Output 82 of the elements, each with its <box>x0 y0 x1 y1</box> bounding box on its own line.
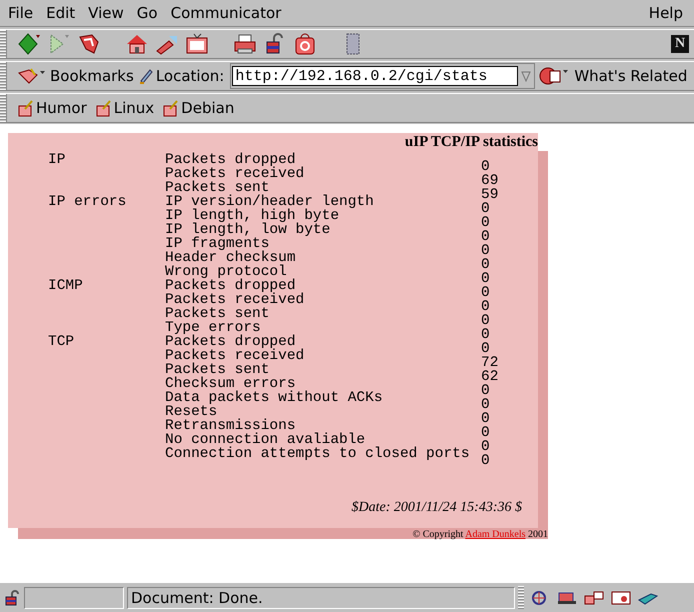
section-label: IP errors <box>48 194 126 210</box>
menu-item[interactable]: Go <box>132 4 163 22</box>
stat-value: 0 <box>481 411 490 427</box>
printer-icon[interactable] <box>232 32 258 56</box>
stat-value: 0 <box>481 299 490 315</box>
page-title: uIP TCP/IP statistics <box>404 133 538 151</box>
bookmarks-button[interactable]: Bookmarks <box>15 67 136 85</box>
stat-name: Connection attempts to closed ports <box>165 446 470 462</box>
stat-name: Packets received <box>165 292 304 308</box>
section-label: IP <box>48 152 66 168</box>
padlock-icon[interactable] <box>3 588 21 606</box>
stat-value: 0 <box>481 243 490 259</box>
bookmark-icon <box>94 99 113 117</box>
stat-name: Packets received <box>165 348 304 364</box>
stat-value: 0 <box>481 341 490 357</box>
address-card-icon[interactable] <box>610 590 632 606</box>
menu-item[interactable]: View <box>83 4 129 22</box>
stat-value: 0 <box>481 215 490 231</box>
stat-name: Packets dropped <box>165 152 296 168</box>
menu-item[interactable]: File <box>3 4 38 22</box>
stat-name: Retransmissions <box>165 418 296 434</box>
stat-name: IP version/header length <box>165 194 374 210</box>
stat-value: 0 <box>481 285 490 301</box>
stat-name: Header checksum <box>165 250 296 266</box>
bookmark-button[interactable]: Debian <box>160 99 236 117</box>
copyright-text: © Copyright <box>412 529 464 540</box>
stat-value: 0 <box>481 271 490 287</box>
stat-value: 0 <box>481 159 490 175</box>
tv-icon[interactable] <box>184 32 210 56</box>
whats-related-button[interactable]: What's Related <box>537 66 690 86</box>
stat-value: 69 <box>481 173 498 189</box>
back-arrow-icon[interactable] <box>16 32 42 56</box>
component-bar-grip[interactable] <box>518 586 524 610</box>
stat-name: IP length, low byte <box>165 222 330 238</box>
stat-value: 0 <box>481 201 490 217</box>
stat-name: Resets <box>165 404 218 420</box>
stat-name: IP length, high byte <box>165 208 340 224</box>
bookmark-icon <box>162 99 180 117</box>
section-label: ICMP <box>48 278 83 294</box>
stat-value: 0 <box>481 453 490 469</box>
stat-value: 0 <box>481 383 490 399</box>
stat-value: 62 <box>481 369 498 385</box>
stat-value: 0 <box>481 229 490 245</box>
stat-name: Data packets without ACKs <box>165 390 383 406</box>
mail-tray-icon[interactable] <box>556 590 578 606</box>
stat-name: IP fragments <box>165 236 270 252</box>
location-icon <box>138 67 154 85</box>
stat-name: Packets sent <box>165 180 270 196</box>
stat-value: 59 <box>481 187 498 203</box>
url-field[interactable]: http://192.168.0.2/cgi/stats <box>232 66 518 86</box>
location-label: Location: <box>156 67 224 85</box>
stat-name: No connection avaliable <box>165 432 366 448</box>
stat-name: Type errors <box>165 320 261 336</box>
bookmark-icon <box>17 99 35 117</box>
menu-item[interactable]: Edit <box>41 4 80 22</box>
stat-value: 0 <box>481 439 490 455</box>
logo: N <box>671 35 689 53</box>
stat-name: Checksum errors <box>165 376 296 392</box>
stat-value: 0 <box>481 425 490 441</box>
stat-value: 72 <box>481 355 498 371</box>
stat-name: Wrong protocol <box>165 264 287 280</box>
menu-item[interactable]: Communicator <box>166 4 286 22</box>
stat-name: Packets sent <box>165 362 270 378</box>
date-text: $Date: 2001/11/24 15:43:36 $ <box>352 500 522 515</box>
chat-icon[interactable] <box>583 590 605 606</box>
stat-value: 0 <box>481 327 490 343</box>
toolbar-grip[interactable] <box>0 62 7 90</box>
stat-value: 0 <box>481 313 490 329</box>
bookmark-button[interactable]: Linux <box>92 99 156 117</box>
stat-name: Packets received <box>165 166 304 182</box>
toolbar-grip[interactable] <box>0 30 7 58</box>
copyright-year: 2001 <box>528 529 548 540</box>
toolbar-grip[interactable] <box>0 94 7 122</box>
section-label: TCP <box>48 334 74 350</box>
stat-name: Packets dropped <box>165 278 296 294</box>
status-text: Document: Done. <box>127 586 515 608</box>
stat-name: Packets sent <box>165 306 270 322</box>
stat-value: 0 <box>481 257 490 273</box>
bookmark-button[interactable]: Humor <box>15 99 89 117</box>
stat-name: Packets dropped <box>165 334 296 350</box>
stat-value: 0 <box>481 397 490 413</box>
menu-item[interactable]: Help <box>644 4 688 22</box>
